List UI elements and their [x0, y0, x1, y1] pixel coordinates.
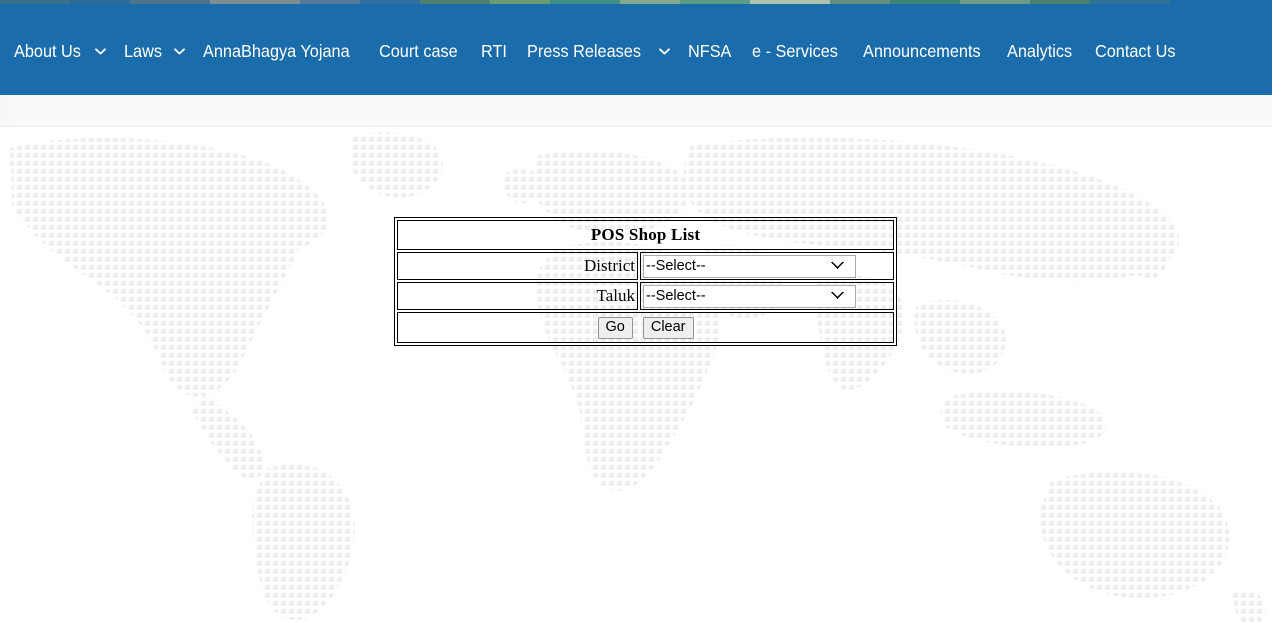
main-navigation-bar: About Us Laws AnnaBhagya Yojana Court case R…: [0, 4, 1272, 95]
district-select[interactable]: --Select--: [643, 254, 856, 278]
nav-item-label: Analytics: [1007, 41, 1073, 61]
nav-item-label: Contact Us: [1095, 41, 1176, 61]
nav-item-announcements[interactable]: Announcements: [854, 41, 998, 61]
nav-item-label: RTI: [481, 41, 508, 61]
chevron-down-icon: [658, 47, 670, 55]
go-button[interactable]: Go: [597, 316, 633, 339]
nav-item-label: Announcements: [862, 41, 981, 61]
taluk-label: Taluk: [397, 282, 638, 310]
nav-item-nfsa[interactable]: NFSA: [679, 41, 744, 61]
pos-shop-list-table: POS Shop List District --Select-- Taluk …: [394, 217, 897, 346]
form-actions: Go Clear: [397, 312, 894, 343]
taluk-select[interactable]: --Select--: [643, 284, 856, 308]
clear-button[interactable]: Clear: [642, 316, 694, 339]
nav-item-label: AnnaBhagya Yojana: [202, 41, 350, 61]
nav-item-about-us[interactable]: About Us: [0, 41, 115, 61]
table-row-taluk: Taluk --Select--: [397, 282, 894, 310]
district-label: District: [397, 252, 638, 280]
nav-item-rti[interactable]: RTI: [472, 41, 518, 61]
nav-item-e-services[interactable]: e - Services: [743, 41, 853, 61]
nav-item-laws[interactable]: Laws: [115, 41, 194, 61]
world-map-dots: [0, 128, 1272, 622]
nav-item-court-case[interactable]: Court case: [370, 41, 473, 61]
nav-item-contact-us[interactable]: Contact Us: [1086, 41, 1191, 61]
table-row-actions: Go Clear: [397, 312, 894, 343]
nav-item-press-releases[interactable]: Press Releases: [518, 41, 679, 61]
nav-item-list: About Us Laws AnnaBhagya Yojana Court case R…: [0, 30, 1191, 72]
nav-item-label: About Us: [14, 41, 81, 61]
table-row-title: POS Shop List: [397, 220, 894, 250]
nav-item-label: Press Releases: [527, 41, 641, 61]
nav-item-label: Laws: [123, 41, 162, 61]
nav-item-label: NFSA: [687, 41, 731, 61]
nav-item-label: e - Services: [752, 41, 839, 61]
chevron-down-icon: [173, 47, 185, 55]
chevron-down-icon: [95, 47, 106, 55]
page-background: [0, 128, 1272, 622]
nav-item-analytics[interactable]: Analytics: [998, 41, 1086, 61]
sub-navigation-band-inner: [10, 95, 1272, 126]
district-field-cell: --Select--: [640, 252, 894, 280]
pos-shop-list-panel: POS Shop List District --Select-- Taluk …: [394, 217, 897, 346]
sub-navigation-band: [0, 95, 1272, 127]
taluk-field-cell: --Select--: [640, 282, 894, 310]
nav-item-annabhagya-yojana[interactable]: AnnaBhagya Yojana: [194, 41, 370, 61]
nav-item-label: Court case: [378, 41, 458, 61]
table-row-district: District --Select--: [397, 252, 894, 280]
page-title: POS Shop List: [397, 220, 894, 250]
